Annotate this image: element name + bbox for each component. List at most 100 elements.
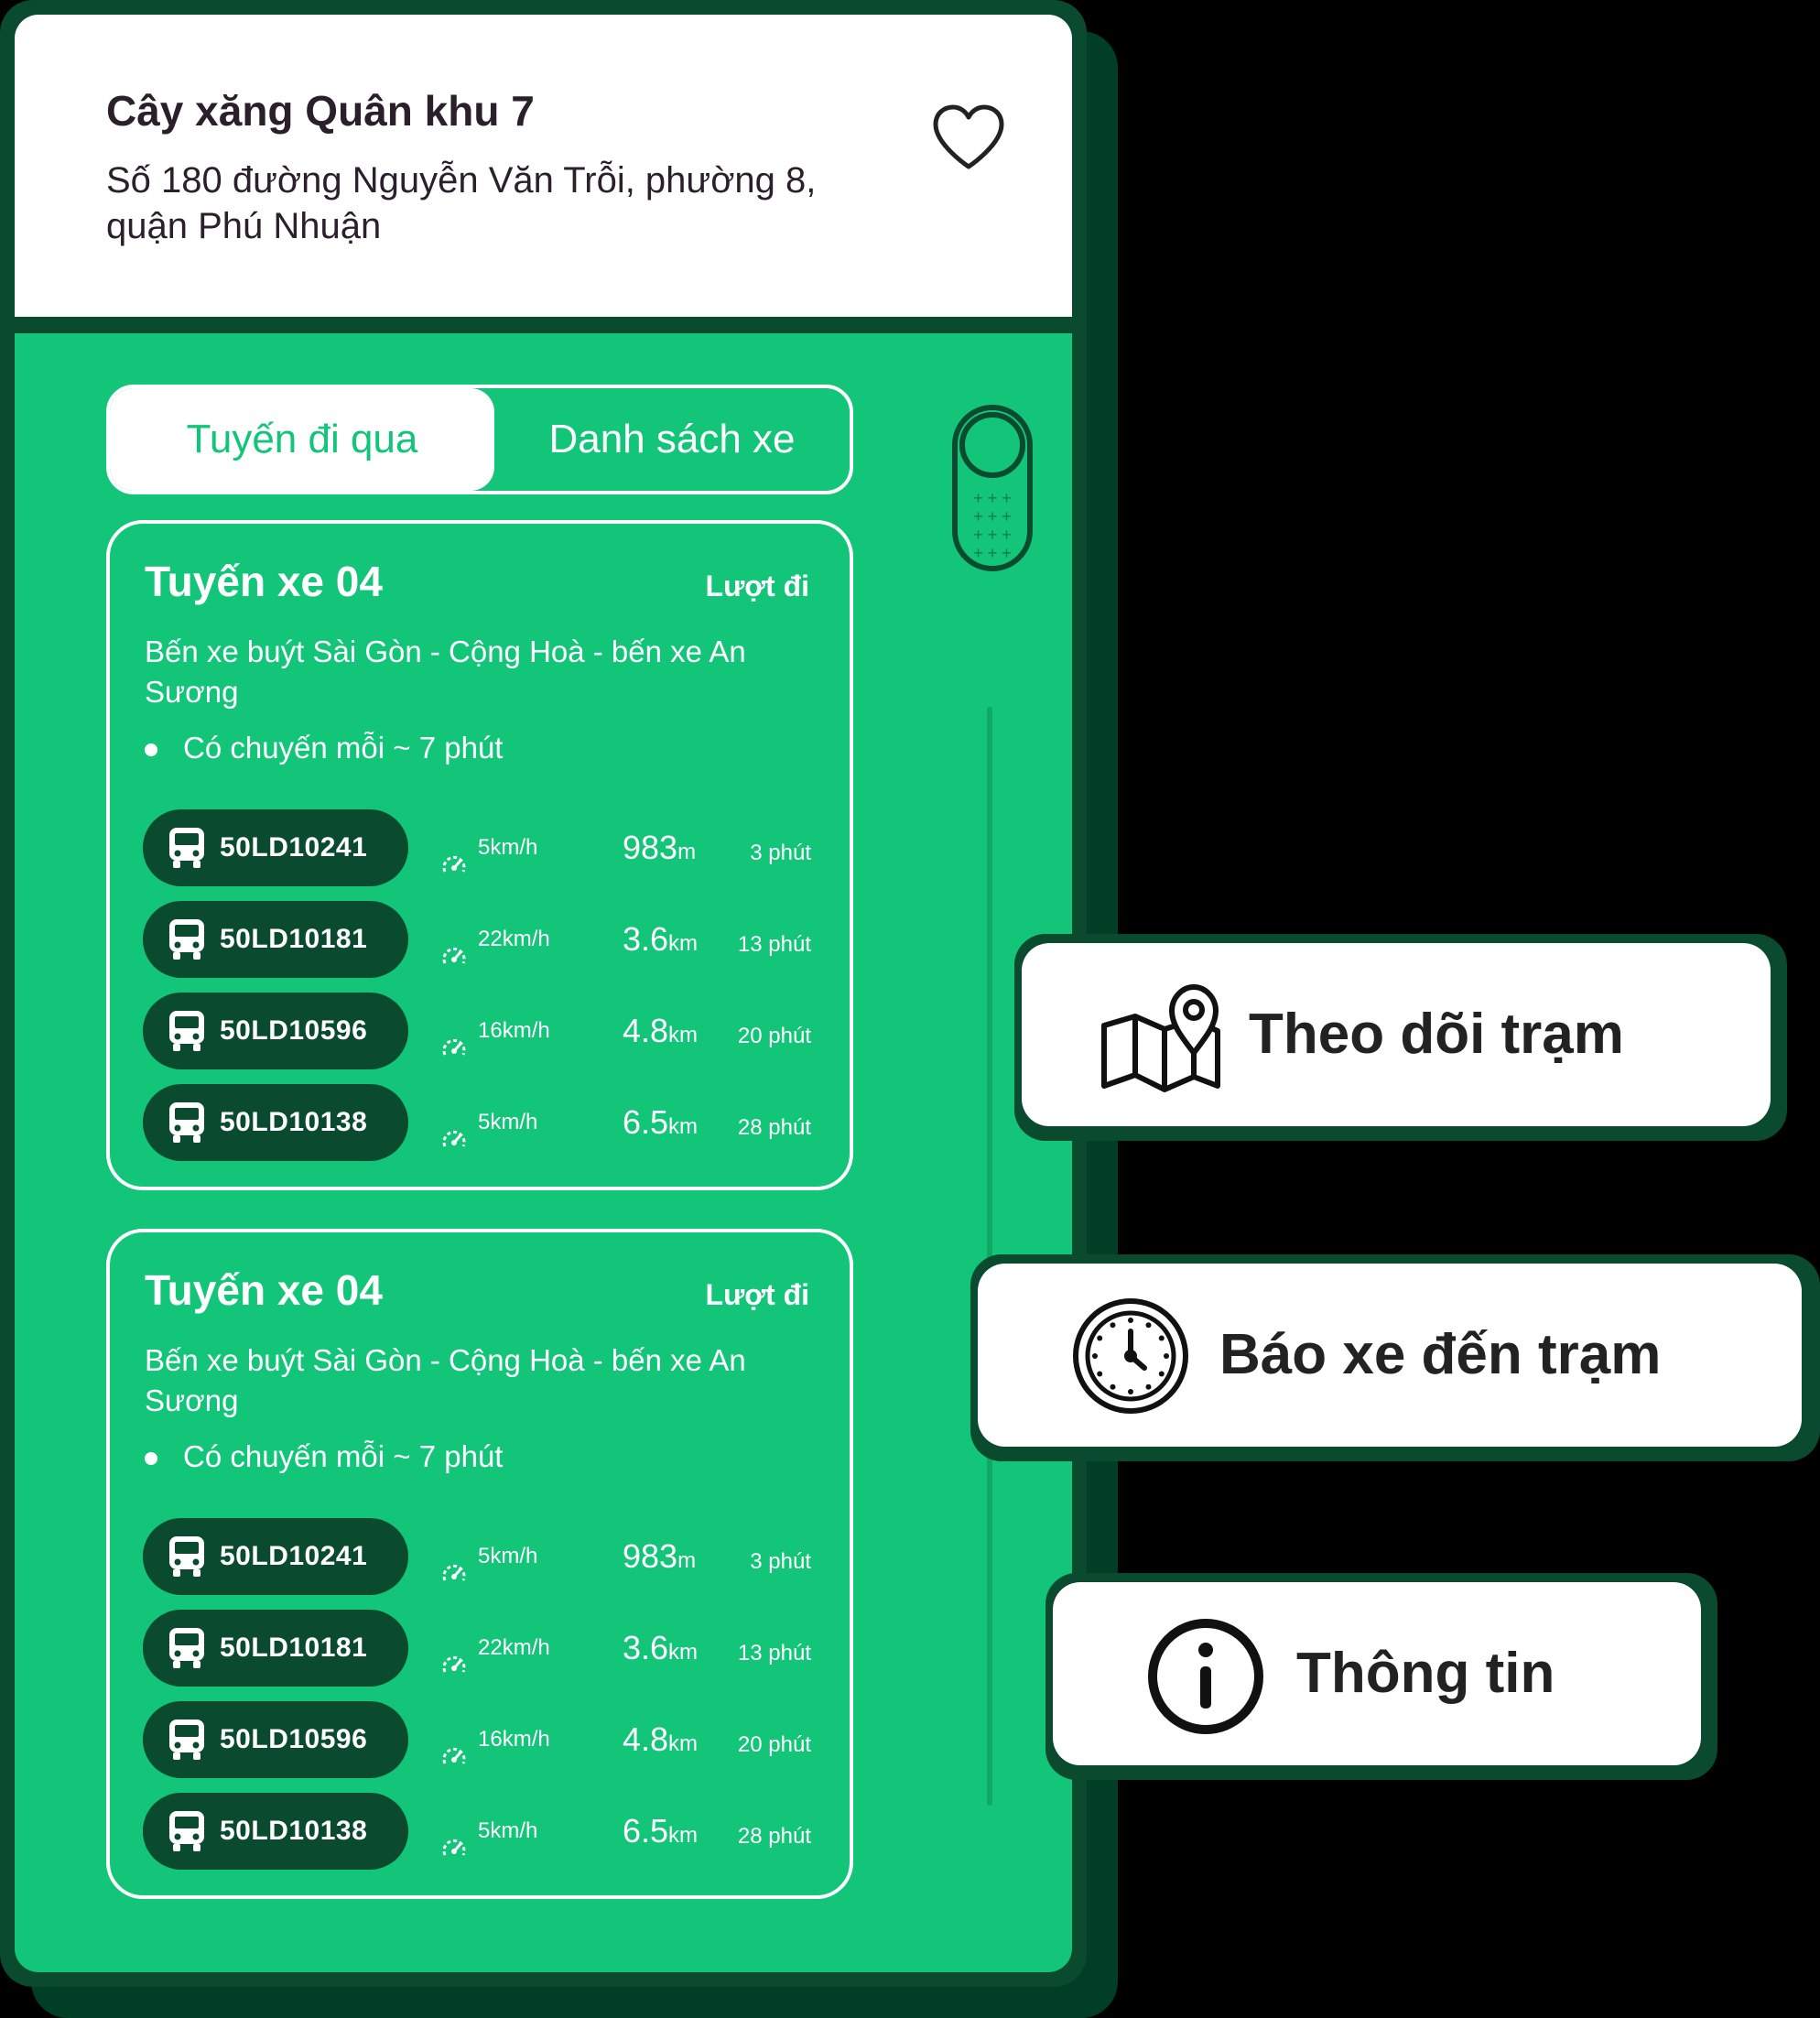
distance-value: 3.6 [623, 1629, 669, 1666]
bus-distance: 4.8km [623, 993, 698, 1074]
speedometer-icon [441, 834, 467, 873]
plate-number: 50LD10181 [220, 924, 368, 954]
bus-row: 50LD10138 5km/h 6.5km 28 phút [143, 1084, 820, 1161]
route-direction: Lượt đi [705, 570, 809, 602]
route-title: Tuyến xe 04 [145, 558, 383, 605]
follow-station-label: Theo dõi trạm [1249, 1003, 1624, 1066]
tab-routes[interactable]: Tuyến đi qua [110, 388, 494, 491]
bus-plate-button[interactable]: 50LD10241 [143, 1518, 408, 1595]
bus-row: 50LD10138 5km/h 6.5km 28 phút [143, 1793, 820, 1870]
plate-number: 50LD10241 [220, 832, 368, 863]
route-title: Tuyến xe 04 [145, 1266, 383, 1314]
route-card[interactable]: Tuyến xe 04 Lượt đi Bến xe buýt Sài Gòn - … [106, 1229, 853, 1899]
bus-speed: 22km/h [441, 1610, 550, 1687]
bus-arrival-alert-button[interactable]: Báo xe đến trạm [978, 1264, 1802, 1447]
bus-icon [167, 1009, 207, 1053]
station-body: Tuyến đi qua Danh sách xe + + + + + + + + … [15, 333, 1072, 1972]
bus-row: 50LD10181 22km/h 3.6km 13 phút [143, 1610, 820, 1687]
bus-icon [167, 1101, 207, 1145]
bullet-dot [145, 743, 157, 757]
station-name: Cây xăng Quân khu 7 [106, 87, 535, 135]
distance-value: 983 [623, 829, 678, 866]
speed-value: 5km/h [478, 1110, 538, 1134]
bus-plate-button[interactable]: 50LD10596 [143, 993, 408, 1069]
bus-plate-button[interactable]: 50LD10241 [143, 809, 408, 886]
bus-eta: 28 phút [737, 1824, 811, 1849]
bus-plate-button[interactable]: 50LD10181 [143, 1610, 408, 1687]
bus-speed: 5km/h [441, 809, 537, 886]
bus-row: 50LD10241 5km/h 983m 3 phút [143, 1518, 820, 1595]
tab-bus-list[interactable]: Danh sách xe [494, 388, 850, 491]
bus-row: 50LD10181 22km/h 3.6km 13 phút [143, 901, 820, 978]
speedometer-icon [441, 1634, 467, 1673]
station-address: Số 180 đường Nguyễn Văn Trỗi, phường 8, … [106, 160, 817, 246]
station-detail-panel: Cây xăng Quân khu 7 Số 180 đường Nguyễn … [0, 0, 1087, 1987]
bus-arrival-alert-label: Báo xe đến trạm [1219, 1323, 1662, 1386]
speedometer-icon [441, 1726, 467, 1764]
bus-speed: 22km/h [441, 901, 550, 978]
info-label: Thông tin [1296, 1642, 1555, 1705]
bus-plate-button[interactable]: 50LD10138 [143, 1084, 408, 1161]
plate-number: 50LD10138 [220, 1816, 368, 1846]
bus-row: 50LD10596 16km/h 4.8km 20 phút [143, 1701, 820, 1778]
frequency-text: Có chuyến mỗi ~ 7 phút [183, 731, 504, 765]
speed-value: 16km/h [478, 1727, 550, 1752]
distance-unit: m [677, 1548, 697, 1573]
view-toggle[interactable]: + + + + + + + + + + + + [952, 405, 1033, 571]
speed-value: 22km/h [478, 1635, 550, 1660]
tab-bar: Tuyến đi qua Danh sách xe [106, 385, 853, 494]
plate-number: 50LD10596 [220, 1724, 368, 1754]
bus-icon [167, 1809, 207, 1853]
station-header: Cây xăng Quân khu 7 Số 180 đường Nguyễn … [15, 15, 1072, 317]
info-button[interactable]: Thông tin [1053, 1582, 1701, 1765]
bus-distance: 6.5km [623, 1084, 698, 1166]
distance-value: 6.5 [623, 1812, 669, 1850]
bus-speed: 5km/h [441, 1518, 537, 1595]
route-frequency: Có chuyến mỗi ~ 7 phút [145, 731, 503, 765]
bus-plate-button[interactable]: 50LD10181 [143, 901, 408, 978]
distance-unit: km [668, 931, 699, 956]
distance-unit: km [668, 1731, 699, 1756]
route-card[interactable]: Tuyến xe 04 Lượt đi Bến xe buýt Sài Gòn - … [106, 520, 853, 1190]
bus-row: 50LD10596 16km/h 4.8km 20 phút [143, 993, 820, 1069]
bus-distance: 983m [623, 1518, 696, 1600]
toggle-knob [959, 412, 1025, 478]
map-pin-icon [1101, 984, 1220, 1092]
distance-value: 4.8 [623, 1012, 669, 1049]
plate-number: 50LD10181 [220, 1633, 368, 1663]
bus-speed: 16km/h [441, 1701, 550, 1778]
bus-plate-button[interactable]: 50LD10138 [143, 1793, 408, 1870]
route-description: Bến xe buýt Sài Gòn - Cộng Hoà - bến xe … [145, 1343, 746, 1417]
clock-icon [1073, 1298, 1188, 1414]
distance-value: 3.6 [623, 920, 669, 958]
bus-speed: 5km/h [441, 1084, 537, 1161]
distance-value: 4.8 [623, 1720, 669, 1758]
speedometer-icon [441, 1817, 467, 1856]
bus-row: 50LD10241 5km/h 983m 3 phút [143, 809, 820, 886]
bus-eta: 3 phút [750, 1549, 811, 1574]
bus-icon [167, 1718, 207, 1762]
bus-eta: 20 phút [737, 1024, 811, 1048]
distance-value: 983 [623, 1537, 678, 1575]
distance-unit: km [668, 1640, 699, 1665]
distance-unit: km [668, 1114, 699, 1139]
plate-number: 50LD10138 [220, 1107, 368, 1137]
follow-station-button[interactable]: Theo dõi trạm [1022, 943, 1771, 1126]
speed-value: 5km/h [478, 1544, 538, 1568]
bus-icon [167, 826, 207, 870]
bus-distance: 4.8km [623, 1701, 698, 1783]
route-frequency: Có chuyến mỗi ~ 7 phút [145, 1439, 503, 1474]
plate-number: 50LD10596 [220, 1015, 368, 1046]
bus-plate-button[interactable]: 50LD10596 [143, 1701, 408, 1778]
bus-eta: 3 phút [750, 841, 811, 865]
speed-value: 16km/h [478, 1018, 550, 1043]
route-description: Bến xe buýt Sài Gòn - Cộng Hoà - bến xe … [145, 635, 746, 709]
bus-eta: 28 phút [737, 1115, 811, 1140]
heart-icon[interactable] [930, 103, 1007, 172]
speedometer-icon [441, 1543, 467, 1581]
bus-icon [167, 917, 207, 961]
bus-icon [167, 1626, 207, 1670]
bus-eta: 20 phút [737, 1732, 811, 1757]
distance-unit: m [677, 840, 697, 864]
bus-distance: 983m [623, 809, 696, 891]
